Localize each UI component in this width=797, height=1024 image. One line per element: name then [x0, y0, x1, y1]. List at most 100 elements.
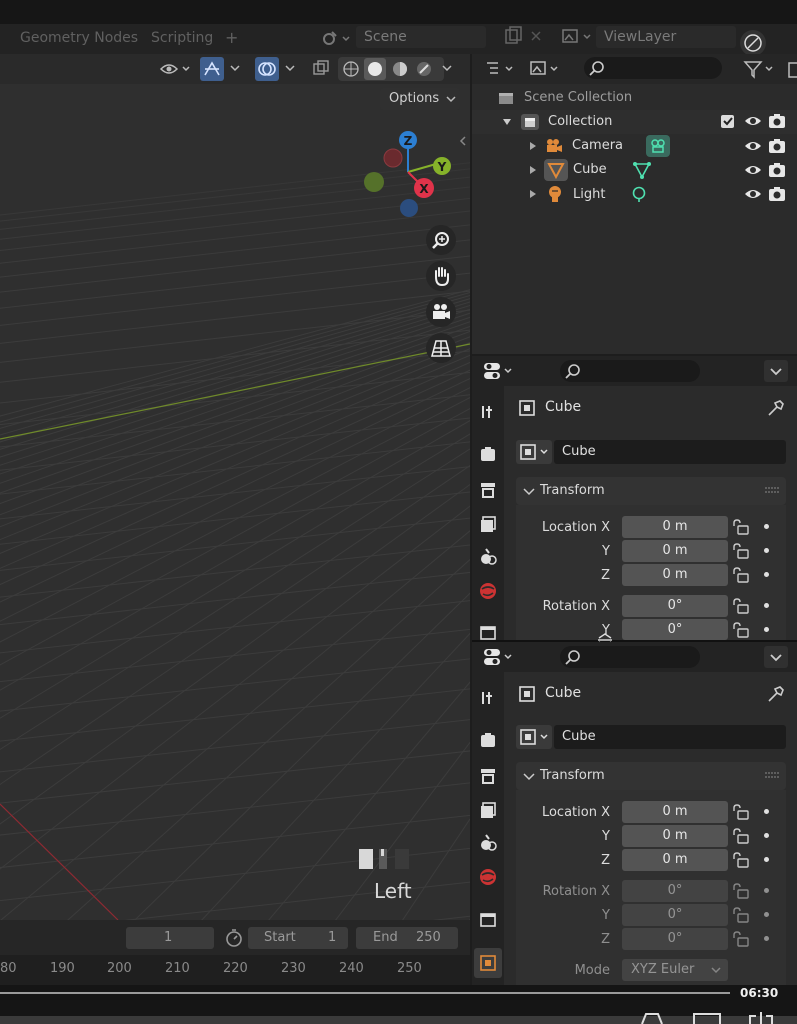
annotate-button[interactable]: [740, 30, 766, 56]
view-layer-tab-icon[interactable]: [478, 514, 498, 534]
eye-icon[interactable]: [744, 138, 762, 154]
render-tab-icon[interactable]: [478, 730, 498, 750]
location-x-field[interactable]: 0 m: [622, 516, 728, 538]
pin-icon[interactable]: [766, 398, 786, 418]
render-camera-icon[interactable]: [768, 112, 786, 130]
object-browse-dropdown-2[interactable]: [516, 725, 552, 749]
solid-shading-button[interactable]: [364, 58, 386, 80]
expand-right-icon[interactable]: [528, 189, 538, 199]
world-tab-icon[interactable]: [478, 581, 498, 601]
drag-handle-icon[interactable]: [764, 770, 780, 780]
rotation-x-field[interactable]: 0°: [622, 595, 728, 617]
material-shading-icon[interactable]: [390, 59, 410, 79]
display-mode-dropdown[interactable]: [484, 58, 520, 80]
keyframe-dot[interactable]: [764, 524, 769, 529]
perspective-toggle-button[interactable]: [426, 333, 456, 363]
overlays-dropdown[interactable]: [283, 60, 297, 76]
gizmo-dropdown[interactable]: [228, 60, 242, 76]
light-data-icon[interactable]: [630, 185, 648, 203]
tool-tab-icon[interactable]: [478, 688, 498, 708]
pan-button[interactable]: [426, 261, 456, 291]
outliner-row-collection[interactable]: Collection: [472, 110, 797, 134]
properties-search-input-2[interactable]: [560, 646, 700, 668]
editor-type-dropdown[interactable]: [482, 360, 518, 382]
unlock-icon[interactable]: [732, 883, 750, 899]
keyframe-dot[interactable]: [764, 627, 769, 632]
scene-tab-icon[interactable]: [478, 833, 498, 853]
filter-mode-dropdown[interactable]: [528, 58, 564, 80]
unlock-icon[interactable]: [732, 598, 750, 614]
keyframe-dot[interactable]: [764, 809, 769, 814]
unlock-icon[interactable]: [732, 907, 750, 923]
add-workspace-button[interactable]: +: [225, 28, 238, 47]
keyframe-dot[interactable]: [764, 912, 769, 917]
rotation-z-field[interactable]: 0°: [622, 928, 728, 950]
output-tab-icon[interactable]: [478, 480, 498, 500]
collection-tab-icon[interactable]: [478, 624, 498, 640]
render-camera-icon[interactable]: [768, 137, 786, 155]
current-frame-field[interactable]: 1: [126, 927, 214, 949]
new-scene-button[interactable]: [500, 26, 546, 48]
expand-down-icon[interactable]: [502, 117, 512, 127]
keyframe-dot[interactable]: [764, 857, 769, 862]
location-y-field[interactable]: 0 m: [622, 825, 728, 847]
location-z-field[interactable]: 0 m: [622, 849, 728, 871]
view-layer-field[interactable]: ViewLayer: [596, 26, 736, 48]
tab-geometry-nodes[interactable]: Geometry Nodes: [20, 30, 138, 46]
properties-options-dropdown-2[interactable]: [764, 646, 788, 668]
unlock-icon[interactable]: [732, 543, 750, 559]
wireframe-shading-icon[interactable]: [341, 59, 361, 79]
object-browse-dropdown[interactable]: [516, 440, 552, 464]
unlock-icon[interactable]: [732, 804, 750, 820]
miniplayer-icon[interactable]: [692, 1012, 722, 1024]
world-tab-icon[interactable]: [478, 867, 498, 887]
properties-search-input[interactable]: [560, 360, 700, 382]
mesh-data-icon[interactable]: [632, 161, 652, 179]
render-tab-icon[interactable]: [478, 444, 498, 464]
tab-scripting[interactable]: Scripting: [151, 30, 213, 46]
start-frame-field[interactable]: Start 1: [248, 927, 348, 949]
scene-selector-button[interactable]: [320, 28, 354, 48]
navigation-gizmo[interactable]: Z Y X: [360, 126, 460, 226]
transform-panel-header-2[interactable]: Transform: [516, 762, 786, 790]
rendered-shading-icon[interactable]: [414, 59, 434, 79]
render-camera-icon[interactable]: [768, 185, 786, 203]
eye-icon[interactable]: [744, 162, 762, 178]
unlock-icon[interactable]: [732, 622, 750, 638]
timeline-ruler[interactable]: 80 190 200 210 220 230 240 250: [0, 955, 470, 985]
rotation-mode-dropdown[interactable]: XYZ Euler: [622, 959, 728, 981]
transform-panel-header[interactable]: Transform: [516, 477, 786, 505]
location-z-field[interactable]: 0 m: [622, 564, 728, 586]
unlock-icon[interactable]: [732, 828, 750, 844]
filter-dropdown[interactable]: [742, 58, 776, 80]
end-frame-field[interactable]: End 250: [356, 927, 458, 949]
drag-handle-icon[interactable]: [764, 485, 780, 495]
scene-tab-icon[interactable]: [478, 547, 498, 567]
properties-options-dropdown[interactable]: [764, 360, 788, 382]
object-tab[interactable]: [474, 948, 502, 978]
keyframe-dot[interactable]: [764, 548, 769, 553]
editor-type-dropdown-2[interactable]: [482, 646, 518, 668]
collection-tab-icon[interactable]: [478, 910, 498, 930]
unlock-icon[interactable]: [732, 567, 750, 583]
camera-view-button[interactable]: [426, 297, 456, 327]
fullscreen-icon[interactable]: [746, 1008, 776, 1024]
stopwatch-icon[interactable]: [222, 926, 246, 950]
outliner-row-cube[interactable]: Cube: [472, 158, 797, 182]
camera-data-icon[interactable]: [646, 135, 670, 157]
outliner-row-camera[interactable]: Camera: [472, 134, 797, 158]
keyframe-dot[interactable]: [764, 603, 769, 608]
eye-icon[interactable]: [744, 186, 762, 202]
object-name-field[interactable]: Cube: [554, 440, 786, 464]
video-progress-bar[interactable]: [0, 992, 730, 994]
new-collection-button[interactable]: [788, 60, 797, 80]
output-tab-icon[interactable]: [478, 766, 498, 786]
options-dropdown[interactable]: Options: [380, 88, 460, 110]
overlays-toggle-button[interactable]: [255, 57, 279, 81]
keyframe-dot[interactable]: [764, 888, 769, 893]
checkbox-checked-icon[interactable]: [720, 113, 736, 129]
pin-icon[interactable]: [766, 684, 786, 704]
keyframe-dot[interactable]: [764, 833, 769, 838]
eye-icon[interactable]: [744, 113, 762, 129]
rotation-y-field[interactable]: 0°: [622, 619, 728, 640]
